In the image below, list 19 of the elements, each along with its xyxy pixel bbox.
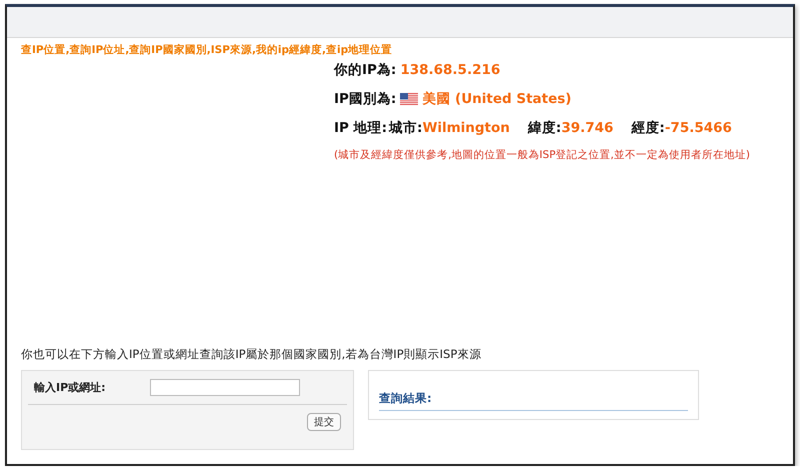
country-value: 美國 (United States): [422, 90, 572, 108]
country-label: IP國別為:: [334, 90, 396, 108]
longitude-label: 經度:: [631, 119, 665, 137]
lookup-intro: 你也可以在下方輸入IP位置或網址查詢該IP屬於那個國家國別,若為台灣IP則顯示ISP來源: [20, 347, 482, 363]
city-label: 城市:: [389, 119, 422, 137]
result-label: 查詢結果:: [379, 391, 688, 411]
geo-label: IP 地理:: [334, 119, 388, 137]
ip-label: 你的IP為:: [334, 61, 396, 79]
page-heading: 查IP位置,查詢IP位址,查詢IP國家國別,ISP來源,我的ip經緯度,查ip地理位置: [20, 42, 394, 57]
longitude-value: -75.5466: [664, 120, 732, 136]
ip-value: 138.68.5.216: [400, 62, 500, 78]
us-flag-icon: [400, 93, 418, 105]
latitude-label: 緯度:: [528, 119, 562, 137]
submit-button[interactable]: 提交: [307, 413, 341, 431]
city-value: Wilmington: [422, 120, 510, 136]
input-label: 輸入IP或網址:: [34, 380, 106, 395]
latitude-value: 39.746: [561, 120, 614, 136]
ip-input-field[interactable]: [150, 379, 300, 396]
disclaimer-note: (城市及經緯度僅供參考,地圖的位置一般為ISP登記之位置,並不一定為使用者所在地址): [334, 148, 751, 162]
